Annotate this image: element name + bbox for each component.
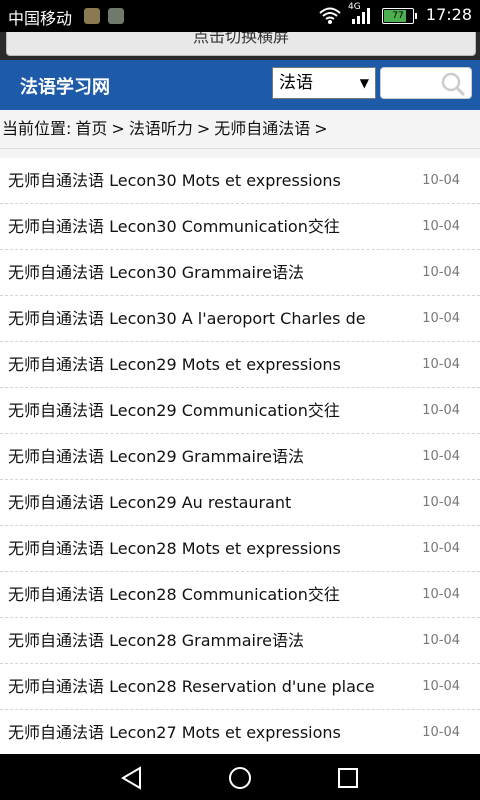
article-title-link[interactable]: 无师自通法语 Lecon28 Grammaire语法 bbox=[8, 618, 408, 664]
notification-icon bbox=[84, 8, 100, 24]
article-title-link[interactable]: 无师自通法语 Lecon30 Communication交往 bbox=[8, 204, 408, 250]
back-icon[interactable] bbox=[120, 766, 144, 790]
article-date: 10-04 bbox=[422, 541, 460, 556]
article-date: 10-04 bbox=[422, 587, 460, 602]
signal-icon bbox=[352, 8, 370, 24]
breadcrumb-home-link[interactable]: 首页 bbox=[73, 119, 109, 138]
recents-icon[interactable] bbox=[336, 766, 360, 790]
battery-icon: 77 bbox=[382, 8, 417, 24]
article-date: 10-04 bbox=[422, 173, 460, 188]
carrier-label: 中国移动 bbox=[8, 9, 73, 28]
article-title-link[interactable]: 无师自通法语 Lecon29 Au restaurant bbox=[8, 480, 408, 526]
list-item[interactable]: 无师自通法语 Lecon29 Mots et expressions 10-04 bbox=[0, 342, 480, 388]
breadcrumb-listening-link[interactable]: 法语听力 bbox=[127, 119, 195, 138]
list-item[interactable]: 无师自通法语 Lecon28 Communication交往 10-04 bbox=[0, 572, 480, 618]
home-icon[interactable] bbox=[228, 766, 252, 790]
list-item[interactable]: 无师自通法语 Lecon30 Grammaire语法 10-04 bbox=[0, 250, 480, 296]
breadcrumb-course-link[interactable]: 无师自通法语 bbox=[212, 119, 312, 138]
status-bar: 中国移动 4G 77 17:28 bbox=[0, 0, 480, 32]
breadcrumb-separator: > bbox=[196, 119, 211, 138]
search-box[interactable] bbox=[380, 67, 472, 99]
list-item[interactable]: 无师自通法语 Lecon30 Communication交往 10-04 bbox=[0, 204, 480, 250]
system-nav-bar bbox=[0, 754, 480, 800]
article-title-link[interactable]: 无师自通法语 Lecon29 Mots et expressions bbox=[8, 342, 408, 388]
wifi-icon bbox=[319, 7, 341, 24]
breadcrumb-separator: > bbox=[314, 119, 328, 138]
article-date: 10-04 bbox=[422, 495, 460, 510]
list-item[interactable]: 无师自通法语 Lecon28 Grammaire语法 10-04 bbox=[0, 618, 480, 664]
list-item[interactable]: 无师自通法语 Lecon29 Grammaire语法 10-04 bbox=[0, 434, 480, 480]
article-title-link[interactable]: 无师自通法语 Lecon27 Mots et expressions bbox=[8, 710, 408, 754]
language-select[interactable]: 法语 ▼ bbox=[272, 67, 376, 99]
article-date: 10-04 bbox=[422, 357, 460, 372]
article-date: 10-04 bbox=[422, 725, 460, 740]
article-title-link[interactable]: 无师自通法语 Lecon28 Communication交往 bbox=[8, 572, 408, 618]
article-title-link[interactable]: 无师自通法语 Lecon30 Grammaire语法 bbox=[8, 250, 408, 296]
list-item[interactable]: 无师自通法语 Lecon28 Mots et expressions 10-04 bbox=[0, 526, 480, 572]
image-notification-icon bbox=[108, 8, 124, 24]
breadcrumb-prefix: 当前位置: bbox=[2, 119, 72, 138]
clock: 17:28 bbox=[425, 5, 472, 24]
article-title-link[interactable]: 无师自通法语 Lecon28 Reservation d'une place bbox=[8, 664, 408, 710]
breadcrumb-separator: > bbox=[111, 119, 125, 138]
list-item[interactable]: 无师自通法语 Lecon27 Mots et expressions 10-04 bbox=[0, 710, 480, 754]
list-item[interactable]: 无师自通法语 Lecon30 A l'aeroport Charles de 10… bbox=[0, 296, 480, 342]
article-date: 10-04 bbox=[422, 311, 460, 326]
article-date: 10-04 bbox=[422, 219, 460, 234]
list-item[interactable]: 无师自通法语 Lecon29 Communication交往 10-04 bbox=[0, 388, 480, 434]
article-date: 10-04 bbox=[422, 265, 460, 280]
article-date: 10-04 bbox=[422, 403, 460, 418]
site-header: 法语学习网 法语 ▼ bbox=[0, 60, 480, 110]
search-icon[interactable] bbox=[439, 70, 467, 98]
orientation-strip: 点击切换横屏 bbox=[0, 32, 480, 60]
article-date: 10-04 bbox=[422, 633, 460, 648]
search-input[interactable] bbox=[385, 70, 445, 98]
list-item[interactable]: 无师自通法语 Lecon30 Mots et expressions 10-04 bbox=[0, 158, 480, 204]
language-select-value: 法语 bbox=[279, 73, 313, 93]
article-title-link[interactable]: 无师自通法语 Lecon29 Grammaire语法 bbox=[8, 434, 408, 480]
article-title-link[interactable]: 无师自通法语 Lecon30 Mots et expressions bbox=[8, 158, 408, 204]
switch-landscape-button[interactable]: 点击切换横屏 bbox=[6, 32, 476, 56]
battery-level: 77 bbox=[392, 11, 404, 21]
dropdown-arrow-icon: ▼ bbox=[359, 76, 369, 90]
article-date: 10-04 bbox=[422, 449, 460, 464]
breadcrumb: 当前位置: 首页 > 法语听力 > 无师自通法语 > bbox=[0, 110, 480, 149]
article-title-link[interactable]: 无师自通法语 Lecon28 Mots et expressions bbox=[8, 526, 408, 572]
article-title-link[interactable]: 无师自通法语 Lecon30 A l'aeroport Charles de bbox=[8, 296, 408, 342]
article-date: 10-04 bbox=[422, 679, 460, 694]
article-list: 无师自通法语 Lecon30 Mots et expressions 10-04 … bbox=[0, 158, 480, 754]
list-item[interactable]: 无师自通法语 Lecon29 Au restaurant 10-04 bbox=[0, 480, 480, 526]
article-title-link[interactable]: 无师自通法语 Lecon29 Communication交往 bbox=[8, 388, 408, 434]
site-logo[interactable]: 法语学习网 bbox=[20, 73, 110, 99]
list-item[interactable]: 无师自通法语 Lecon28 Reservation d'une place 10… bbox=[0, 664, 480, 710]
